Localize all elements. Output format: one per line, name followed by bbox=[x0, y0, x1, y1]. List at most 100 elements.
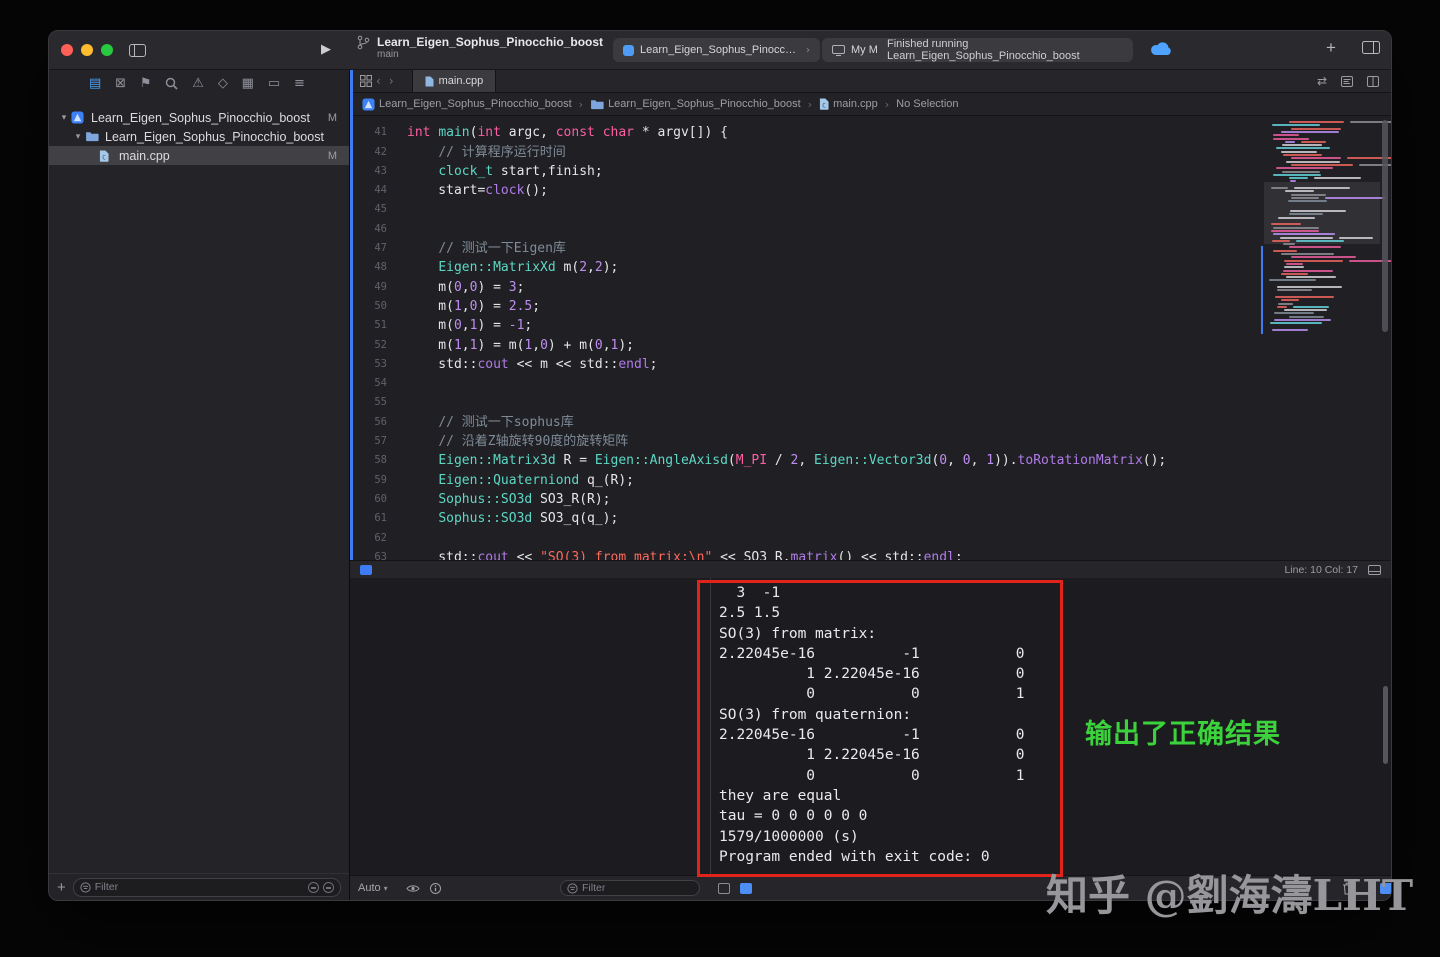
code-line[interactable]: 56 // 测试一下sophus库 bbox=[350, 413, 1391, 432]
code-line[interactable]: 47 // 测试一下Eigen库 bbox=[350, 239, 1391, 258]
line-number[interactable]: 55 bbox=[350, 393, 395, 412]
debug-area-toggle-icon[interactable] bbox=[360, 565, 372, 575]
code-line[interactable]: 54 bbox=[350, 374, 1391, 393]
minimap[interactable] bbox=[1267, 118, 1377, 458]
code-line[interactable]: 61 Sophus::SO3d SO3_q(q_); bbox=[350, 509, 1391, 528]
code-line[interactable]: 52 m(1,1) = m(1,0) + m(0,1); bbox=[350, 336, 1391, 355]
back-button[interactable]: ‹ bbox=[376, 74, 381, 88]
code-line[interactable]: 45 bbox=[350, 200, 1391, 219]
breakpoints-navigator-icon[interactable]: ▭ bbox=[268, 76, 280, 91]
tree-item[interactable]: Cmain.cppM bbox=[49, 146, 349, 165]
code-line[interactable]: 53 std::cout << m << std::endl; bbox=[350, 355, 1391, 374]
tree-item[interactable]: ▾Learn_Eigen_Sophus_Pinocchio_boost bbox=[49, 127, 349, 146]
line-number[interactable]: 43 bbox=[350, 162, 395, 181]
code-editor[interactable]: 4041int main(int argc, const char * argv… bbox=[350, 116, 1391, 560]
line-number[interactable]: 53 bbox=[350, 355, 395, 374]
project-navigator-icon[interactable]: ▤ bbox=[89, 76, 101, 91]
tests-navigator-icon[interactable]: ◇ bbox=[218, 76, 228, 91]
line-number[interactable]: 54 bbox=[350, 374, 395, 393]
show-variables-view-icon[interactable] bbox=[718, 883, 730, 894]
code-line[interactable]: 40 bbox=[350, 116, 1391, 123]
code-line[interactable]: 63 std::cout << "SO(3) from matrix:\n" <… bbox=[350, 548, 1391, 560]
minimize-window-button[interactable] bbox=[81, 44, 93, 56]
line-number[interactable]: 44 bbox=[350, 181, 395, 200]
line-number[interactable]: 50 bbox=[350, 297, 395, 316]
code-review-icon[interactable] bbox=[1341, 76, 1353, 87]
line-number[interactable]: 47 bbox=[350, 239, 395, 258]
code-line[interactable]: 55 bbox=[350, 393, 1391, 412]
tab-main-cpp[interactable]: main.cpp bbox=[412, 70, 497, 92]
line-number[interactable]: 48 bbox=[350, 258, 395, 277]
line-number[interactable]: 63 bbox=[350, 548, 395, 560]
variables-view-mode-dropdown[interactable]: Auto ▾ bbox=[358, 882, 388, 894]
disclosure-icon[interactable]: ▾ bbox=[57, 113, 71, 123]
close-window-button[interactable] bbox=[61, 44, 73, 56]
line-number[interactable]: 61 bbox=[350, 509, 395, 528]
code-line[interactable]: 57 // 沿着Z轴旋转90度的旋转矩阵 bbox=[350, 432, 1391, 451]
debug-navigator-icon[interactable]: ▦ bbox=[242, 76, 254, 91]
breadcrumb-item[interactable]: Cmain.cpp bbox=[819, 98, 878, 110]
line-number[interactable]: 49 bbox=[350, 278, 395, 297]
code-line[interactable]: 43 clock_t start,finish; bbox=[350, 162, 1391, 181]
sidebar-toggle-icon[interactable] bbox=[129, 44, 146, 57]
line-number[interactable]: 58 bbox=[350, 451, 395, 470]
breadcrumb-item[interactable]: Learn_Eigen_Sophus_Pinocchio_boost bbox=[590, 98, 801, 110]
issues-navigator-icon[interactable]: ⚠ bbox=[192, 76, 204, 91]
add-file-button[interactable]: + bbox=[57, 879, 66, 896]
scheme-selector[interactable]: Learn_Eigen_Sophus_Pinocchio_boo › bbox=[613, 38, 820, 62]
code-line[interactable]: 46 bbox=[350, 220, 1391, 239]
console-scrollbar[interactable] bbox=[1383, 686, 1388, 764]
quicklook-icon[interactable] bbox=[406, 884, 420, 893]
code-line[interactable]: 49 m(0,0) = 3; bbox=[350, 278, 1391, 297]
code-line[interactable]: 60 Sophus::SO3d SO3_R(R); bbox=[350, 490, 1391, 509]
code-line[interactable]: 51 m(0,1) = -1; bbox=[350, 316, 1391, 335]
variables-filter-input[interactable]: Filter bbox=[560, 880, 700, 896]
cloud-icon[interactable] bbox=[1150, 42, 1172, 56]
navigator-filter-input[interactable]: Filter bbox=[73, 878, 341, 897]
forward-button[interactable]: › bbox=[389, 74, 394, 88]
bookmarks-navigator-icon[interactable]: ⚑ bbox=[140, 76, 152, 91]
breadcrumb-item[interactable]: No Selection bbox=[896, 98, 958, 110]
line-number[interactable]: 56 bbox=[350, 413, 395, 432]
code-line[interactable]: 50 m(1,0) = 2.5; bbox=[350, 297, 1391, 316]
disclosure-icon[interactable]: ▾ bbox=[71, 132, 85, 142]
line-number[interactable]: 60 bbox=[350, 490, 395, 509]
line-number[interactable]: 41 bbox=[350, 123, 395, 142]
variables-pane[interactable] bbox=[350, 578, 711, 875]
source-control-navigator-icon[interactable]: ⊠ bbox=[115, 76, 126, 91]
swap-editor-icon[interactable]: ⇄ bbox=[1317, 74, 1327, 88]
source-control-filter-icon[interactable] bbox=[323, 882, 334, 893]
activity-viewer[interactable]: Finished running Learn_Eigen_Sophus_Pino… bbox=[877, 38, 1133, 62]
line-number[interactable]: 57 bbox=[350, 432, 395, 451]
add-editor-button[interactable]: + bbox=[1326, 38, 1336, 58]
line-number[interactable]: 40 bbox=[350, 116, 395, 123]
reports-navigator-icon[interactable]: ≡ bbox=[294, 76, 305, 91]
editor-scrollbar[interactable] bbox=[1382, 120, 1388, 332]
info-icon[interactable] bbox=[430, 883, 441, 894]
line-number[interactable]: 59 bbox=[350, 471, 395, 490]
code-line[interactable]: 62 bbox=[350, 529, 1391, 548]
code-line[interactable]: 48 Eigen::MatrixXd m(2,2); bbox=[350, 258, 1391, 277]
line-number[interactable]: 52 bbox=[350, 336, 395, 355]
line-number[interactable]: 45 bbox=[350, 200, 395, 219]
code-line[interactable]: 58 Eigen::Matrix3d R = Eigen::AngleAxisd… bbox=[350, 451, 1391, 470]
find-navigator-icon[interactable] bbox=[165, 77, 178, 90]
breadcrumb-item[interactable]: Learn_Eigen_Sophus_Pinocchio_boost bbox=[362, 98, 572, 111]
line-number[interactable]: 62 bbox=[350, 529, 395, 548]
zoom-window-button[interactable] bbox=[101, 44, 113, 56]
line-number[interactable]: 51 bbox=[350, 316, 395, 335]
adjust-font-icon[interactable] bbox=[1368, 565, 1381, 575]
code-line[interactable]: 42 // 计算程序运行时间 bbox=[350, 143, 1391, 162]
run-button[interactable]: ▶ bbox=[321, 42, 331, 57]
code-line[interactable]: 41int main(int argc, const char * argv[]… bbox=[350, 123, 1391, 142]
editor-layout-icon[interactable] bbox=[1362, 41, 1380, 54]
recent-files-filter-icon[interactable] bbox=[308, 882, 319, 893]
code-line[interactable]: 59 Eigen::Quaterniond q_(R); bbox=[350, 471, 1391, 490]
tree-item[interactable]: ▾Learn_Eigen_Sophus_Pinocchio_boostM bbox=[49, 108, 349, 127]
adjust-editor-icon[interactable] bbox=[1367, 76, 1379, 87]
show-console-view-icon[interactable] bbox=[740, 883, 752, 894]
related-items-icon[interactable] bbox=[360, 75, 372, 87]
line-number[interactable]: 46 bbox=[350, 220, 395, 239]
code-line[interactable]: 44 start=clock(); bbox=[350, 181, 1391, 200]
line-number[interactable]: 42 bbox=[350, 143, 395, 162]
